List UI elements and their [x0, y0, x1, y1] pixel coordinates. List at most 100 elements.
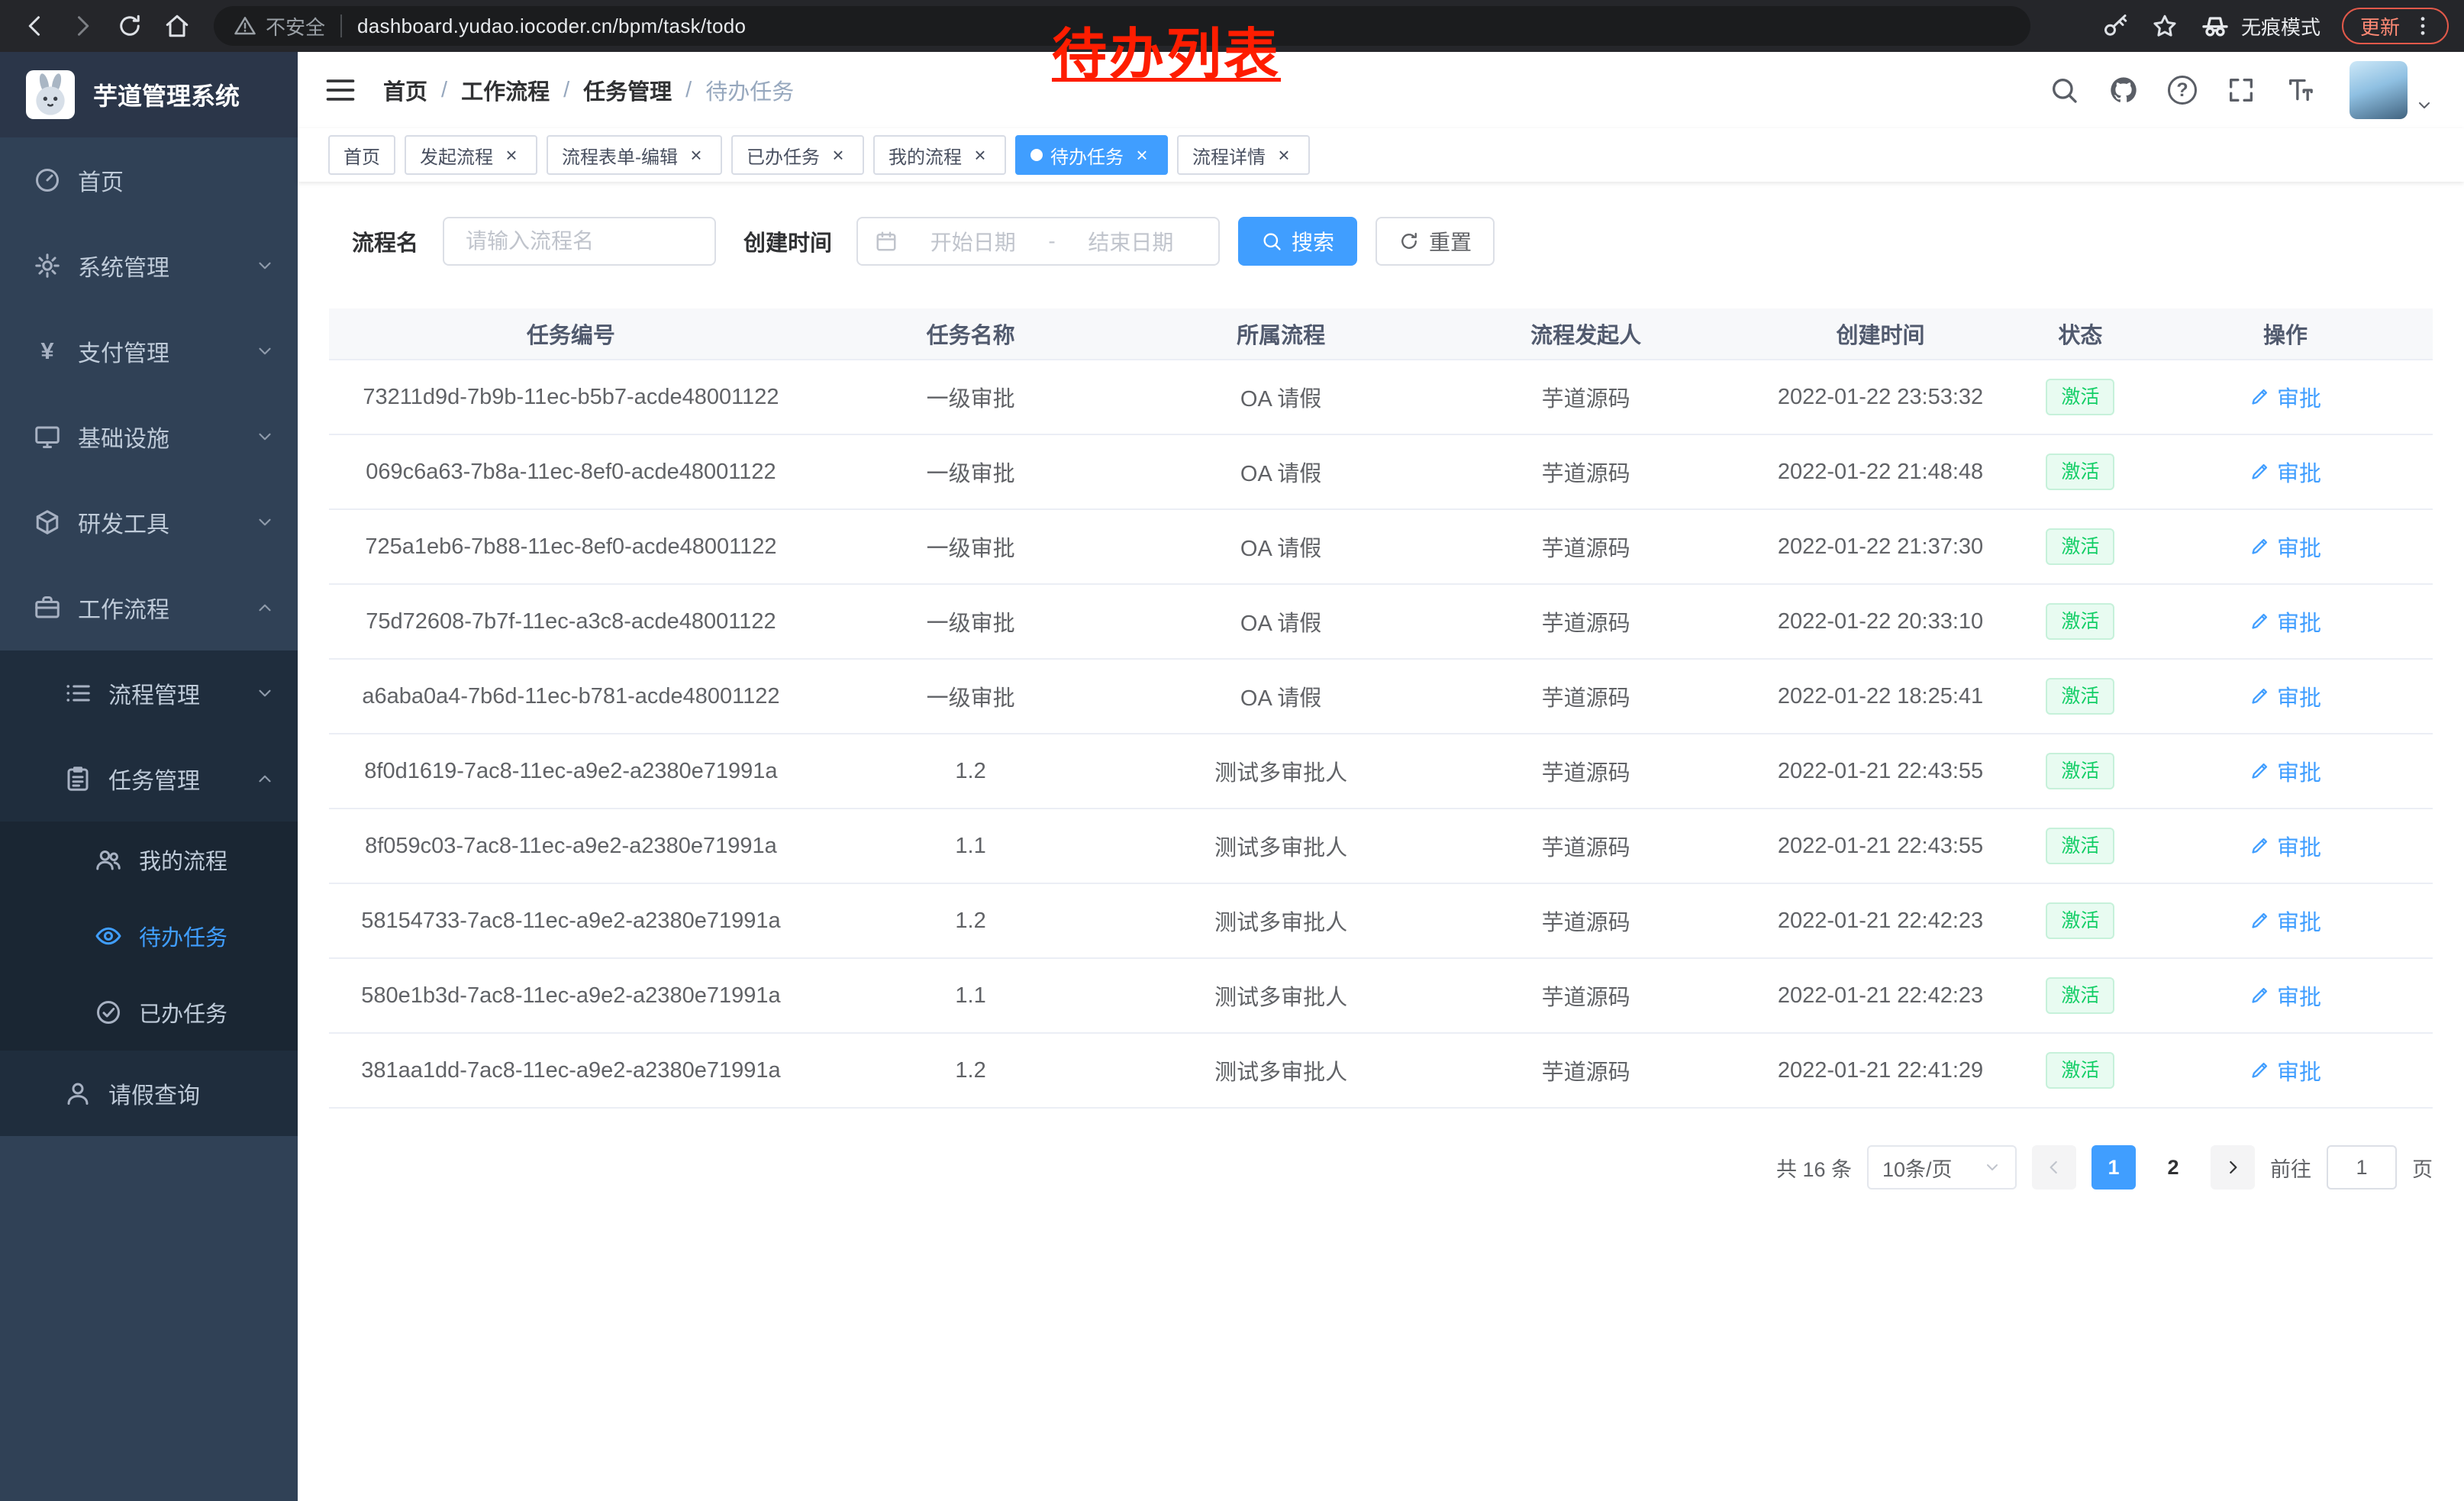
- sidebar-item-label: 系统管理: [78, 249, 169, 282]
- browser-update-button[interactable]: 更新: [2342, 8, 2449, 44]
- approve-link[interactable]: 审批: [2250, 531, 2321, 563]
- approve-link[interactable]: 审批: [2250, 980, 2321, 1012]
- tag-close-icon[interactable]: ×: [501, 144, 522, 166]
- task-name: 一级审批: [813, 531, 1128, 563]
- chevron-down-icon: [255, 427, 275, 447]
- start-date-placeholder[interactable]: 开始日期: [902, 226, 1043, 257]
- task-process: OA 请假: [1128, 680, 1434, 712]
- help-icon[interactable]: ?: [2168, 76, 2197, 105]
- monitor-icon: [34, 423, 61, 450]
- tag-home[interactable]: 首页: [328, 135, 395, 175]
- user-menu[interactable]: [2350, 61, 2433, 119]
- breadcrumb-task-management[interactable]: 任务管理: [583, 74, 672, 106]
- column-header: 任务名称: [813, 318, 1128, 350]
- browser-back-icon[interactable]: [15, 6, 55, 46]
- next-page-button[interactable]: [2211, 1145, 2255, 1190]
- tag-close-icon[interactable]: ×: [1273, 144, 1295, 166]
- avatar[interactable]: [2350, 61, 2408, 119]
- tag-done-tasks[interactable]: 已办任务×: [731, 135, 864, 175]
- browser-menu-icon[interactable]: [2411, 14, 2435, 38]
- collapse-sidebar-icon[interactable]: [324, 73, 357, 107]
- bookmark-star-icon[interactable]: [2151, 12, 2179, 40]
- status-badge: 激活: [2046, 603, 2114, 640]
- browser-forward-icon[interactable]: [63, 6, 102, 46]
- breadcrumb-workflow[interactable]: 工作流程: [461, 74, 550, 106]
- font-size-icon[interactable]: [2285, 75, 2316, 105]
- sidebar-item-task-management[interactable]: 任务管理: [0, 736, 298, 822]
- sidebar-item-workflow[interactable]: 工作流程: [0, 565, 298, 650]
- sidebar-item-process-management[interactable]: 流程管理: [0, 650, 298, 736]
- approve-link-label: 审批: [2277, 680, 2321, 712]
- prev-page-button[interactable]: [2032, 1145, 2076, 1190]
- app-logo: [26, 70, 75, 119]
- chevron-down-icon: [1983, 1158, 2001, 1177]
- approve-link[interactable]: 审批: [2250, 456, 2321, 488]
- fullscreen-icon[interactable]: [2226, 75, 2256, 105]
- tag-start-process[interactable]: 发起流程×: [405, 135, 537, 175]
- password-key-icon[interactable]: [2102, 12, 2130, 40]
- tag-close-icon[interactable]: ×: [827, 144, 849, 166]
- process-name-input[interactable]: [443, 217, 716, 266]
- approve-link[interactable]: 审批: [2250, 381, 2321, 413]
- sidebar-item-my-process[interactable]: 我的流程: [0, 822, 298, 898]
- sidebar-item-label: 请假查询: [108, 1077, 200, 1110]
- status-badge: 激活: [2046, 828, 2114, 864]
- approve-link[interactable]: 审批: [2250, 755, 2321, 787]
- page-button-1[interactable]: 1: [2091, 1145, 2136, 1190]
- chevron-down-icon: [255, 341, 275, 361]
- update-label[interactable]: 更新: [2360, 12, 2400, 40]
- sidebar-item-devtools[interactable]: 研发工具: [0, 479, 298, 565]
- address-bar[interactable]: 不安全 dashboard.yudao.iocoder.cn/bpm/task/…: [214, 6, 2030, 46]
- sidebar-item-infrastructure[interactable]: 基础设施: [0, 394, 298, 479]
- table-row: 381aa1dd-7ac8-11ec-a9e2-a2380e71991a 1.2…: [329, 1034, 2433, 1109]
- reset-button[interactable]: 重置: [1376, 217, 1495, 266]
- sidebar: 芋道管理系统 首页 系统管理 ¥ 支付管理: [0, 52, 298, 1501]
- task-created: 2022-01-22 23:53:32: [1738, 385, 2022, 410]
- tag-close-icon[interactable]: ×: [685, 144, 707, 166]
- pagination: 共 16 条 10条/页 1 2 前往 页: [329, 1145, 2433, 1220]
- top-navbar: 首页 / 工作流程 / 任务管理 / 待办任务 ?: [298, 52, 2464, 128]
- browser-refresh-icon[interactable]: [110, 6, 150, 46]
- date-range-picker[interactable]: 开始日期 - 结束日期: [856, 217, 1220, 266]
- approve-link[interactable]: 审批: [2250, 1054, 2321, 1086]
- page-size-select[interactable]: 10条/页: [1867, 1145, 2017, 1190]
- tag-process-detail[interactable]: 流程详情×: [1177, 135, 1310, 175]
- task-created: 2022-01-21 22:42:23: [1738, 983, 2022, 1009]
- sidebar-item-home[interactable]: 首页: [0, 137, 298, 223]
- status-badge: 激活: [2046, 678, 2114, 715]
- sidebar-item-leave-query[interactable]: 请假查询: [0, 1051, 298, 1136]
- list-icon: [64, 679, 92, 707]
- approve-link[interactable]: 审批: [2250, 830, 2321, 862]
- task-created: 2022-01-22 21:48:48: [1738, 460, 2022, 485]
- sidebar-item-done-tasks[interactable]: 已办任务: [0, 974, 298, 1051]
- goto-suffix: 页: [2412, 1153, 2433, 1183]
- approve-link[interactable]: 审批: [2250, 905, 2321, 937]
- page-button-2[interactable]: 2: [2151, 1145, 2195, 1190]
- browser-home-icon[interactable]: [157, 6, 197, 46]
- sidebar-item-system[interactable]: 系统管理: [0, 223, 298, 308]
- security-label[interactable]: 不安全: [266, 12, 325, 40]
- end-date-placeholder[interactable]: 结束日期: [1060, 226, 1201, 257]
- eye-icon: [95, 922, 122, 950]
- breadcrumb-home[interactable]: 首页: [383, 74, 427, 106]
- approve-link[interactable]: 审批: [2250, 680, 2321, 712]
- tag-my-process[interactable]: 我的流程×: [873, 135, 1006, 175]
- table-row: 8f0d1619-7ac8-11ec-a9e2-a2380e71991a 1.2…: [329, 734, 2433, 809]
- tag-process-form-edit[interactable]: 流程表单-编辑×: [547, 135, 722, 175]
- edit-icon: [2250, 611, 2270, 631]
- search-button[interactable]: 搜索: [1238, 217, 1357, 266]
- approve-link[interactable]: 审批: [2250, 605, 2321, 638]
- tag-close-icon[interactable]: ×: [1131, 144, 1153, 166]
- tag-todo-tasks[interactable]: 待办任务×: [1015, 135, 1168, 175]
- sidebar-item-todo-tasks[interactable]: 待办任务: [0, 898, 298, 974]
- task-initiator: 芋道源码: [1434, 980, 1739, 1012]
- tag-close-icon[interactable]: ×: [969, 144, 991, 166]
- task-initiator: 芋道源码: [1434, 905, 1739, 937]
- github-icon[interactable]: [2108, 75, 2139, 105]
- search-icon[interactable]: [2049, 75, 2079, 105]
- breadcrumb: 首页 / 工作流程 / 任务管理 / 待办任务: [383, 74, 794, 106]
- calendar-icon: [875, 230, 898, 253]
- goto-page-input[interactable]: [2327, 1145, 2397, 1190]
- sidebar-item-payment[interactable]: ¥ 支付管理: [0, 308, 298, 394]
- app-logo-row[interactable]: 芋道管理系统: [0, 52, 298, 137]
